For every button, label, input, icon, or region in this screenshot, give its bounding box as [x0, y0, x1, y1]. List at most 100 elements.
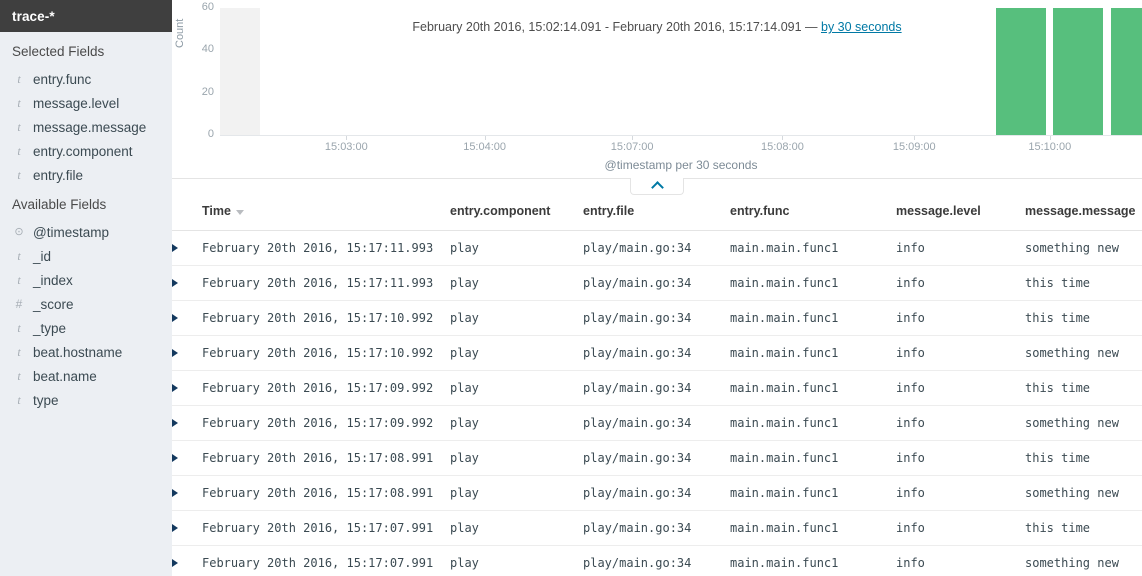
table-row[interactable]: February 20th 2016, 15:17:10.992playplay…	[172, 336, 1142, 371]
x-axis-tick-label: 15:09:00	[893, 141, 936, 153]
expand-row-cell[interactable]	[172, 406, 202, 441]
table-row[interactable]: February 20th 2016, 15:17:11.993playplay…	[172, 266, 1142, 301]
expand-row-cell[interactable]	[172, 441, 202, 476]
table-row[interactable]: February 20th 2016, 15:17:09.992playplay…	[172, 371, 1142, 406]
cell-entry-file: play/main.go:34	[583, 546, 730, 576]
cell-time: February 20th 2016, 15:17:07.991	[202, 546, 450, 576]
expand-row-cell[interactable]	[172, 301, 202, 336]
cell-message-message: something new	[1025, 476, 1142, 511]
cell-time: February 20th 2016, 15:17:11.993	[202, 266, 450, 301]
field-sidebar: trace-* Selected Fields tentry.functmess…	[0, 0, 172, 576]
available-field-index[interactable]: t _index	[0, 268, 172, 292]
selected-field-message-level[interactable]: tmessage.level	[0, 91, 172, 115]
available-field-id[interactable]: t _id	[0, 244, 172, 268]
table-row[interactable]: February 20th 2016, 15:17:07.991playplay…	[172, 511, 1142, 546]
expand-row-cell[interactable]	[172, 231, 202, 266]
expand-row-cell[interactable]	[172, 511, 202, 546]
table-row[interactable]: February 20th 2016, 15:17:10.992playplay…	[172, 301, 1142, 336]
expand-row-icon[interactable]	[172, 384, 178, 392]
string-field-icon: t	[12, 97, 26, 109]
selected-field-message-message[interactable]: tmessage.message	[0, 115, 172, 139]
x-axis-tick-mark	[914, 136, 915, 140]
expand-row-icon[interactable]	[172, 559, 178, 567]
documents-table-scroll[interactable]: Time entry.component entry.file entry.fu…	[172, 192, 1142, 576]
expand-row-icon[interactable]	[172, 419, 178, 427]
column-header-entry-file[interactable]: entry.file	[583, 192, 730, 231]
cell-entry-component: play	[450, 441, 583, 476]
cell-message-message: this time	[1025, 371, 1142, 406]
expand-row-icon[interactable]	[172, 454, 178, 462]
table-row[interactable]: February 20th 2016, 15:17:09.992playplay…	[172, 406, 1142, 441]
x-axis-tick-mark	[485, 136, 486, 140]
cell-message-level: info	[896, 511, 1025, 546]
expand-row-cell[interactable]	[172, 371, 202, 406]
expand-row-icon[interactable]	[172, 349, 178, 357]
interval-link[interactable]: by 30 seconds	[821, 20, 902, 34]
string-field-icon: t	[12, 250, 26, 262]
cell-message-level: info	[896, 266, 1025, 301]
cell-entry-func: main.main.func1	[730, 371, 896, 406]
cell-message-message: something new	[1025, 231, 1142, 266]
expand-row-icon[interactable]	[172, 489, 178, 497]
x-axis-tick-label: 15:08:00	[761, 141, 804, 153]
table-row[interactable]: February 20th 2016, 15:17:07.991playplay…	[172, 546, 1142, 576]
bars-container	[220, 8, 1142, 135]
string-field-icon: t	[12, 394, 26, 406]
available-field-score[interactable]: #_score	[0, 292, 172, 316]
field-name: entry.file	[33, 168, 83, 183]
y-axis-tick-label: 40	[202, 43, 214, 55]
histogram-bar[interactable]	[1053, 8, 1103, 135]
cell-entry-func: main.main.func1	[730, 511, 896, 546]
selected-field-entry-file[interactable]: t entry.file	[0, 163, 172, 187]
expand-row-icon[interactable]	[172, 244, 178, 252]
field-name: _score	[33, 297, 74, 312]
expand-row-icon[interactable]	[172, 524, 178, 532]
expand-row-cell[interactable]	[172, 546, 202, 576]
cell-message-level: info	[896, 406, 1025, 441]
field-name: _type	[33, 321, 66, 336]
cell-entry-file: play/main.go:34	[583, 301, 730, 336]
column-header-message-message[interactable]: message.message	[1025, 192, 1142, 231]
string-field-icon: t	[12, 169, 26, 181]
expand-row-cell[interactable]	[172, 266, 202, 301]
cell-entry-component: play	[450, 336, 583, 371]
cell-time: February 20th 2016, 15:17:09.992	[202, 371, 450, 406]
string-field-icon: t	[12, 274, 26, 286]
sort-caret-icon[interactable]	[236, 210, 244, 215]
available-field-beat-hostname[interactable]: tbeat.hostname	[0, 340, 172, 364]
table-row[interactable]: February 20th 2016, 15:17:08.991playplay…	[172, 441, 1142, 476]
string-field-icon: t	[12, 370, 26, 382]
column-header-message-level[interactable]: message.level	[896, 192, 1025, 231]
chart-plot-area: Count 0204060 15:03:0015:04:0015:07:0015…	[172, 0, 1142, 178]
cell-message-message: this time	[1025, 441, 1142, 476]
expand-row-icon[interactable]	[172, 314, 178, 322]
index-pattern-selector[interactable]: trace-*	[0, 0, 172, 32]
table-row[interactable]: February 20th 2016, 15:17:08.991playplay…	[172, 476, 1142, 511]
column-header-entry-component[interactable]: entry.component	[450, 192, 583, 231]
expand-row-cell[interactable]	[172, 476, 202, 511]
histogram-bar[interactable]	[1111, 8, 1142, 135]
table-row[interactable]: February 20th 2016, 15:17:11.993playplay…	[172, 231, 1142, 266]
cell-time: February 20th 2016, 15:17:11.993	[202, 231, 450, 266]
available-field-beat-name[interactable]: tbeat.name	[0, 364, 172, 388]
histogram-bar[interactable]	[996, 8, 1046, 135]
cell-entry-component: play	[450, 546, 583, 576]
expand-row-icon[interactable]	[172, 279, 178, 287]
field-name: _id	[33, 249, 51, 264]
field-name: @timestamp	[33, 225, 109, 240]
x-axis-tick-label: 15:07:00	[611, 141, 654, 153]
expand-row-cell[interactable]	[172, 336, 202, 371]
selected-field-entry-func[interactable]: tentry.func	[0, 67, 172, 91]
available-field-timestamp[interactable]: ⊙@timestamp	[0, 220, 172, 244]
available-field-type[interactable]: t_type	[0, 316, 172, 340]
y-axis-tick-label: 0	[208, 128, 214, 140]
cell-entry-file: play/main.go:34	[583, 511, 730, 546]
available-field-type[interactable]: ttype	[0, 388, 172, 412]
cell-entry-component: play	[450, 406, 583, 441]
column-header-entry-func[interactable]: entry.func	[730, 192, 896, 231]
field-name: _index	[33, 273, 73, 288]
cell-message-message: something new	[1025, 546, 1142, 576]
selected-field-entry-component[interactable]: tentry.component	[0, 139, 172, 163]
column-header-time[interactable]: Time	[202, 192, 450, 231]
cell-entry-func: main.main.func1	[730, 441, 896, 476]
